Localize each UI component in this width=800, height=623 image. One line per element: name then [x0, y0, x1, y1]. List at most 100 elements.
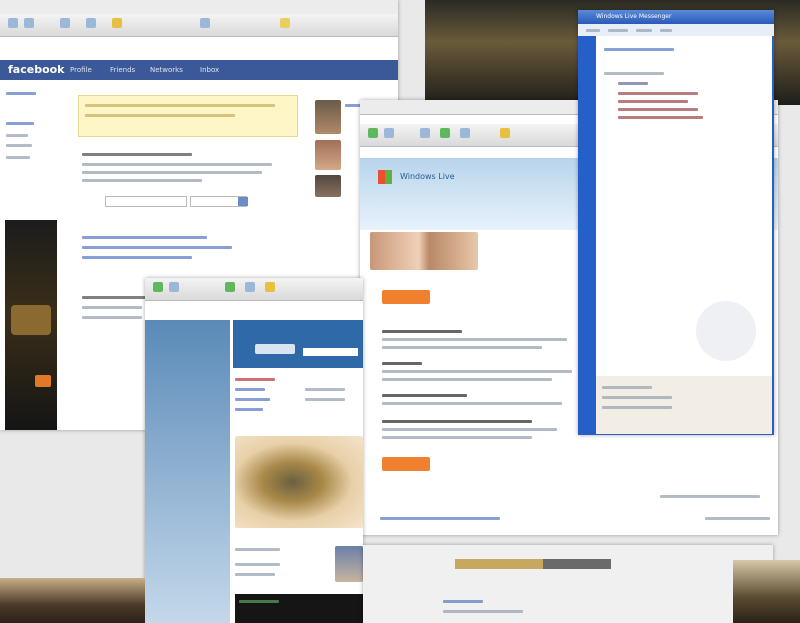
- nav-item[interactable]: [305, 388, 345, 391]
- notice-box: [78, 95, 298, 137]
- contact-item[interactable]: [618, 100, 688, 103]
- facebook-logo[interactable]: facebook: [8, 63, 65, 76]
- ad-text[interactable]: [602, 386, 652, 389]
- search-button[interactable]: [238, 197, 248, 206]
- contact-group-label: [604, 72, 664, 75]
- back-icon[interactable]: [368, 128, 378, 138]
- friend-photo[interactable]: [315, 140, 341, 170]
- article-text: [235, 548, 280, 551]
- back-icon[interactable]: [8, 18, 18, 28]
- content-text: [82, 306, 142, 309]
- nav-tab-networks[interactable]: Networks: [150, 66, 183, 74]
- section-heading: [382, 394, 467, 397]
- print-icon[interactable]: [200, 18, 210, 28]
- favorites-icon[interactable]: [265, 282, 275, 292]
- progress-strip-dark: [543, 559, 611, 569]
- content-text: [82, 179, 202, 182]
- contact-item[interactable]: [618, 92, 698, 95]
- content-link[interactable]: [82, 246, 232, 249]
- nav-item[interactable]: [235, 388, 265, 391]
- sign-in-button[interactable]: [382, 290, 430, 304]
- messenger-menu-bar: [578, 24, 774, 36]
- article-photo[interactable]: [335, 546, 363, 582]
- ad-text[interactable]: [602, 406, 672, 409]
- portal-browser-window: [145, 278, 363, 623]
- portal-left-gradient: [145, 320, 230, 623]
- messenger-title: Windows Live Messenger: [596, 13, 672, 20]
- messenger-title-bar: Windows Live Messenger: [578, 10, 774, 24]
- contact-item[interactable]: [618, 116, 703, 119]
- article-text: [235, 563, 280, 566]
- section-heading: [382, 362, 422, 365]
- section-text: [382, 436, 532, 439]
- messenger-buddy-icon: [696, 301, 756, 361]
- search-field[interactable]: [105, 196, 187, 207]
- stop-icon[interactable]: [420, 128, 430, 138]
- search-input[interactable]: [303, 348, 358, 356]
- content-heading: [82, 153, 192, 156]
- nav-item[interactable]: [235, 408, 263, 411]
- nav-tab-friends[interactable]: Friends: [110, 66, 135, 74]
- ad-text[interactable]: [602, 396, 672, 399]
- forward-icon[interactable]: [169, 282, 179, 292]
- article-text: [235, 573, 275, 576]
- refresh-icon[interactable]: [60, 18, 70, 28]
- contact-item[interactable]: [618, 82, 648, 85]
- contact-item[interactable]: [618, 108, 698, 111]
- facebook-header-bar: facebook Profile Friends Networks Inbox: [0, 60, 398, 80]
- section-text: [382, 428, 557, 431]
- sidebar-item[interactable]: [6, 122, 34, 125]
- browser-nav-toolbar: [145, 278, 363, 301]
- sidebar-item[interactable]: [6, 156, 30, 159]
- section-text: [382, 346, 542, 349]
- section-heading: [382, 420, 532, 423]
- favorites-icon[interactable]: [112, 18, 122, 28]
- nav-item[interactable]: [235, 378, 275, 381]
- home-icon[interactable]: [86, 18, 96, 28]
- messenger-ad-panel: [596, 376, 772, 434]
- nav-item[interactable]: [235, 398, 270, 401]
- bottom-text: [443, 610, 523, 613]
- nav-item[interactable]: [305, 398, 345, 401]
- refresh-icon[interactable]: [225, 282, 235, 292]
- content-link[interactable]: [82, 256, 192, 259]
- menu-actions[interactable]: [636, 29, 652, 32]
- menu-contacts[interactable]: [608, 29, 628, 32]
- menu-tools[interactable]: [660, 29, 672, 32]
- back-icon[interactable]: [153, 282, 163, 292]
- sidebar-item[interactable]: [6, 144, 32, 147]
- forward-icon[interactable]: [24, 18, 34, 28]
- sidebar-item[interactable]: [6, 134, 28, 137]
- nav-tab-profile[interactable]: Profile: [70, 66, 92, 74]
- user-status[interactable]: [604, 48, 674, 51]
- banner-title: Windows Live: [400, 172, 455, 181]
- feature-photo[interactable]: [235, 436, 363, 528]
- messenger-contact-panel: [596, 36, 772, 376]
- desktop-background-bottom-left: [0, 578, 145, 623]
- bottom-link[interactable]: [443, 600, 483, 603]
- video-bar[interactable]: [235, 594, 363, 623]
- footer-link[interactable]: [380, 517, 500, 520]
- home-icon[interactable]: [245, 282, 255, 292]
- footer-text: [705, 517, 770, 520]
- refresh-icon[interactable]: [440, 128, 450, 138]
- messenger-window: Windows Live Messenger: [578, 10, 774, 435]
- portal-header: [233, 320, 363, 368]
- content-link[interactable]: [82, 236, 207, 239]
- menu-file[interactable]: [586, 29, 600, 32]
- content-text: [82, 316, 142, 319]
- video-progress: [239, 600, 279, 603]
- join-button[interactable]: [382, 457, 430, 471]
- content-text: [82, 163, 272, 166]
- content-text: [82, 171, 262, 174]
- section-text: [382, 378, 552, 381]
- forward-icon[interactable]: [384, 128, 394, 138]
- home-icon[interactable]: [460, 128, 470, 138]
- friend-photo[interactable]: [315, 100, 341, 134]
- favorites-icon[interactable]: [500, 128, 510, 138]
- friend-photo[interactable]: [315, 175, 341, 197]
- mail-icon[interactable]: [280, 18, 290, 28]
- nav-tab-inbox[interactable]: Inbox: [200, 66, 219, 74]
- sidebar-item[interactable]: [6, 92, 36, 95]
- sidebar-advertisement[interactable]: [5, 220, 57, 430]
